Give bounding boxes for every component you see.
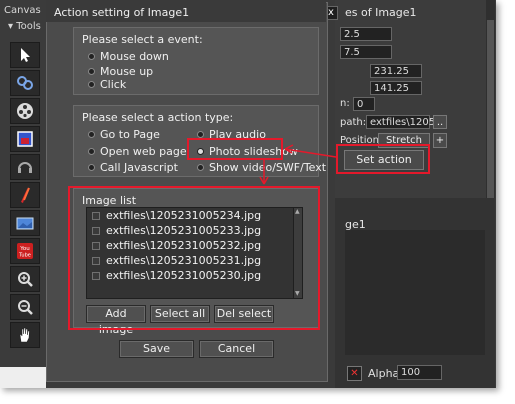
link-icon (17, 76, 33, 90)
cancel-button[interactable]: Cancel (199, 340, 274, 358)
tools-label-text: Tools (16, 21, 41, 32)
status-bar (0, 367, 46, 388)
event-group-title: Please select a event: (82, 33, 203, 46)
delete-icon[interactable]: ✕ (347, 366, 362, 381)
radio-icon (88, 148, 95, 155)
youtube-you-text: You (19, 246, 29, 252)
event-click[interactable]: Click (88, 78, 126, 91)
flash-tool[interactable] (10, 182, 40, 208)
radio-icon (88, 164, 95, 171)
picture-tool[interactable] (10, 210, 40, 236)
zoom-out-icon (18, 300, 33, 315)
action-option-label: Go to Page (100, 128, 160, 141)
browse-path-button[interactable]: .. (433, 115, 447, 129)
zoom-in-tool[interactable] (10, 266, 40, 292)
path-label: path: (340, 117, 367, 128)
path-field[interactable]: extfiles\12052 (366, 115, 441, 129)
radio-icon (88, 68, 95, 75)
prop-label-n: n: (340, 98, 350, 109)
radio-icon (88, 131, 95, 138)
set-action-highlight (336, 144, 430, 174)
action-group-title: Please select a action type: (82, 111, 234, 124)
event-mouse-up[interactable]: Mouse up (88, 65, 153, 78)
photo-slideshow-highlight (187, 138, 283, 160)
pointer-tool[interactable] (10, 42, 40, 68)
video-tool[interactable] (10, 98, 40, 124)
alpha-field[interactable]: 100 (397, 365, 442, 380)
prop-field-1[interactable]: 2.5 (340, 27, 392, 41)
radio-icon (197, 164, 204, 171)
youtube-tool[interactable]: You Tube (10, 238, 40, 264)
action-option-label: Call Javascript (100, 161, 178, 174)
action-option-label: Show video/SWF/Text (209, 161, 327, 174)
arrow-pointer-icon (21, 48, 30, 62)
zoom-in-icon (18, 272, 33, 287)
action-show-video[interactable]: Show video/SWF/Text (197, 161, 326, 174)
canvas-label: Canvas (4, 5, 41, 16)
action-call-javascript[interactable]: Call Javascript (88, 161, 178, 174)
action-open-web-page[interactable]: Open web page (88, 145, 187, 158)
audio-tool[interactable] (10, 154, 40, 180)
action-option-label: Open web page (100, 145, 187, 158)
zoom-out-tool[interactable] (10, 294, 40, 320)
properties-title: es of Image1 (345, 6, 417, 19)
event-option-label: Mouse down (100, 50, 169, 63)
radio-icon (88, 81, 95, 88)
prop-field-5[interactable]: 0 (353, 97, 375, 111)
event-option-label: Click (100, 78, 127, 91)
save-button[interactable]: Save (119, 340, 194, 358)
hand-tool[interactable] (10, 322, 40, 348)
film-reel-icon (17, 103, 33, 119)
link-tool[interactable] (10, 70, 40, 96)
flash-icon (21, 187, 30, 203)
action-go-to-page[interactable]: Go to Page (88, 128, 160, 141)
picture-icon (16, 217, 34, 230)
prop-field-2[interactable]: 7.5 (340, 45, 392, 59)
image-list-highlight (68, 186, 320, 330)
hand-icon (19, 327, 30, 343)
youtube-icon: You Tube (17, 243, 33, 259)
youtube-tube-text: Tube (18, 253, 31, 259)
prop-field-3[interactable]: 231.25 (370, 64, 422, 78)
lower-panel-content (345, 230, 485, 355)
image-frame-icon (17, 131, 33, 147)
image-frame-tool[interactable] (10, 126, 40, 152)
event-option-label: Mouse up (100, 65, 154, 78)
event-mouse-down[interactable]: Mouse down (88, 50, 169, 63)
radio-icon (197, 131, 204, 138)
headphones-icon (18, 162, 32, 173)
radio-icon (88, 53, 95, 60)
prop-field-4[interactable]: 141.25 (370, 81, 422, 95)
dialog-title: Action setting of Image1 (54, 6, 190, 19)
add-position-button[interactable]: + (433, 133, 447, 148)
